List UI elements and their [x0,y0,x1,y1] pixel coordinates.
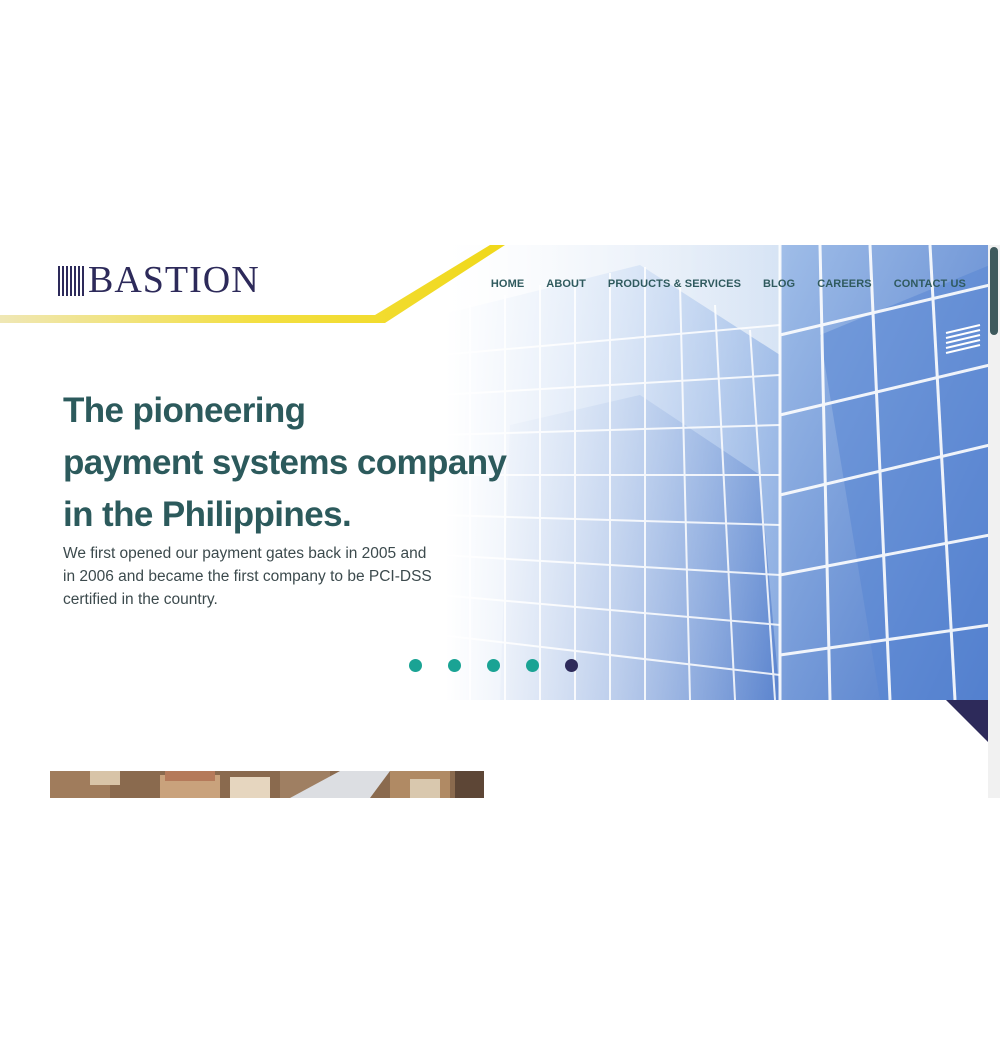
slide-dot-4[interactable] [526,659,539,672]
slide-dot-1[interactable] [409,659,422,672]
headline-line-3: in the Philippines. [63,495,352,534]
corner-triangle-decoration [946,700,988,742]
nav-careers[interactable]: CAREERS [817,278,872,290]
nav-products-services[interactable]: PRODUCTS & SERVICES [608,278,741,290]
slide-dot-5[interactable] [565,659,578,672]
headline-line-1: The pioneering [63,391,306,430]
slider-dots [409,659,578,672]
hero-headline: The pioneering payment systems company i… [63,385,523,541]
hero-subtext: We first opened our payment gates back i… [63,545,432,608]
hamburger-lines-icon[interactable] [940,323,982,355]
nav-contact-us[interactable]: CONTACT US [894,278,966,290]
website-viewport: BASTION HOME ABOUT PRODUCTS & SERVICES B… [0,245,1000,798]
nav-blog[interactable]: BLOG [763,278,795,290]
scrollbar-thumb[interactable] [990,247,998,335]
slide-dot-2[interactable] [448,659,461,672]
logo-bars-icon [58,264,84,296]
page-scrollbar[interactable] [988,245,1000,798]
main-nav: HOME ABOUT PRODUCTS & SERVICES BLOG CARE… [491,278,966,290]
logo-wordmark: BASTION [88,259,260,301]
bastion-logo[interactable]: BASTION [58,261,260,299]
nav-home[interactable]: HOME [491,278,524,290]
city-aerial-image [50,771,484,798]
slide-dot-3[interactable] [487,659,500,672]
nav-about[interactable]: ABOUT [546,278,586,290]
headline-line-2: payment systems company [63,443,507,482]
